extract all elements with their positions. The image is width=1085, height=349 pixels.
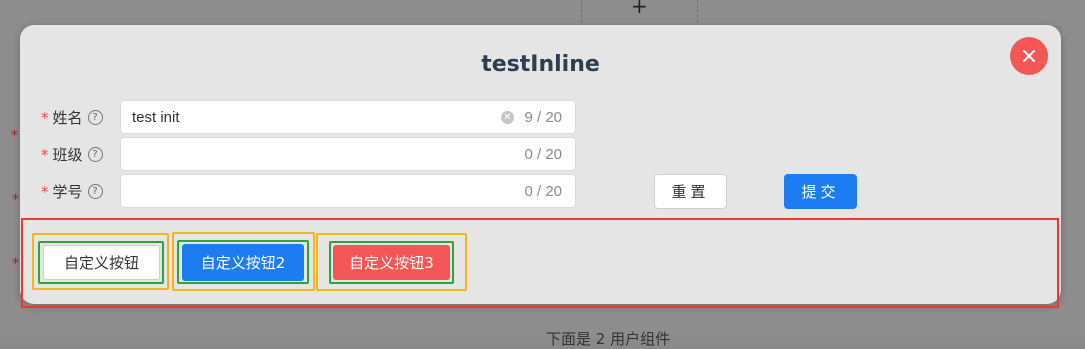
field-label: * 学号 ?: [41, 181, 103, 202]
name-field[interactable]: ✕ 9 / 20: [120, 100, 576, 134]
field-label: * 姓名 ?: [41, 107, 103, 128]
form-row-student-id: * 学号 ? 0 / 20: [20, 174, 620, 208]
custom-button-2[interactable]: 自定义按钮2: [182, 244, 304, 281]
background-footer-text: 下面是 2 用户组件: [546, 330, 671, 348]
custom-button-1[interactable]: 自定义按钮: [43, 245, 160, 280]
required-mark: *: [41, 182, 49, 201]
close-icon: [1023, 50, 1035, 62]
class-field[interactable]: 0 / 20: [120, 137, 576, 171]
help-icon[interactable]: ?: [87, 147, 103, 162]
required-mark: *: [41, 108, 49, 127]
custom-button-3[interactable]: 自定义按钮3: [333, 245, 450, 280]
required-mark: *: [41, 145, 49, 164]
class-input[interactable]: [132, 144, 472, 164]
reset-button[interactable]: 重置: [654, 174, 727, 209]
background-plus-icon: +: [631, 0, 648, 18]
form-row-name: * 姓名 ? ✕ 9 / 20: [20, 100, 620, 134]
clear-icon[interactable]: ✕: [501, 111, 514, 124]
field-label-text: 姓名: [52, 109, 83, 127]
background-required-mark: *: [11, 128, 18, 144]
background-required-mark: *: [12, 192, 19, 208]
close-button[interactable]: [1010, 37, 1048, 75]
field-label-text: 学号: [52, 183, 83, 201]
char-count: 0 / 20: [524, 146, 562, 163]
name-input[interactable]: [132, 107, 472, 127]
dialog-title: testInline: [481, 52, 600, 77]
char-count: 9 / 20: [524, 109, 562, 126]
field-label: * 班级 ?: [41, 144, 103, 165]
help-icon[interactable]: ?: [87, 110, 103, 125]
student-id-field[interactable]: 0 / 20: [120, 174, 576, 208]
char-count: 0 / 20: [524, 183, 562, 200]
submit-button[interactable]: 提交: [784, 174, 857, 209]
form-row-class: * 班级 ? 0 / 20: [20, 137, 620, 171]
student-id-input[interactable]: [132, 181, 472, 201]
help-icon[interactable]: ?: [87, 184, 103, 199]
field-label-text: 班级: [52, 146, 83, 164]
background-required-mark: *: [12, 256, 19, 272]
